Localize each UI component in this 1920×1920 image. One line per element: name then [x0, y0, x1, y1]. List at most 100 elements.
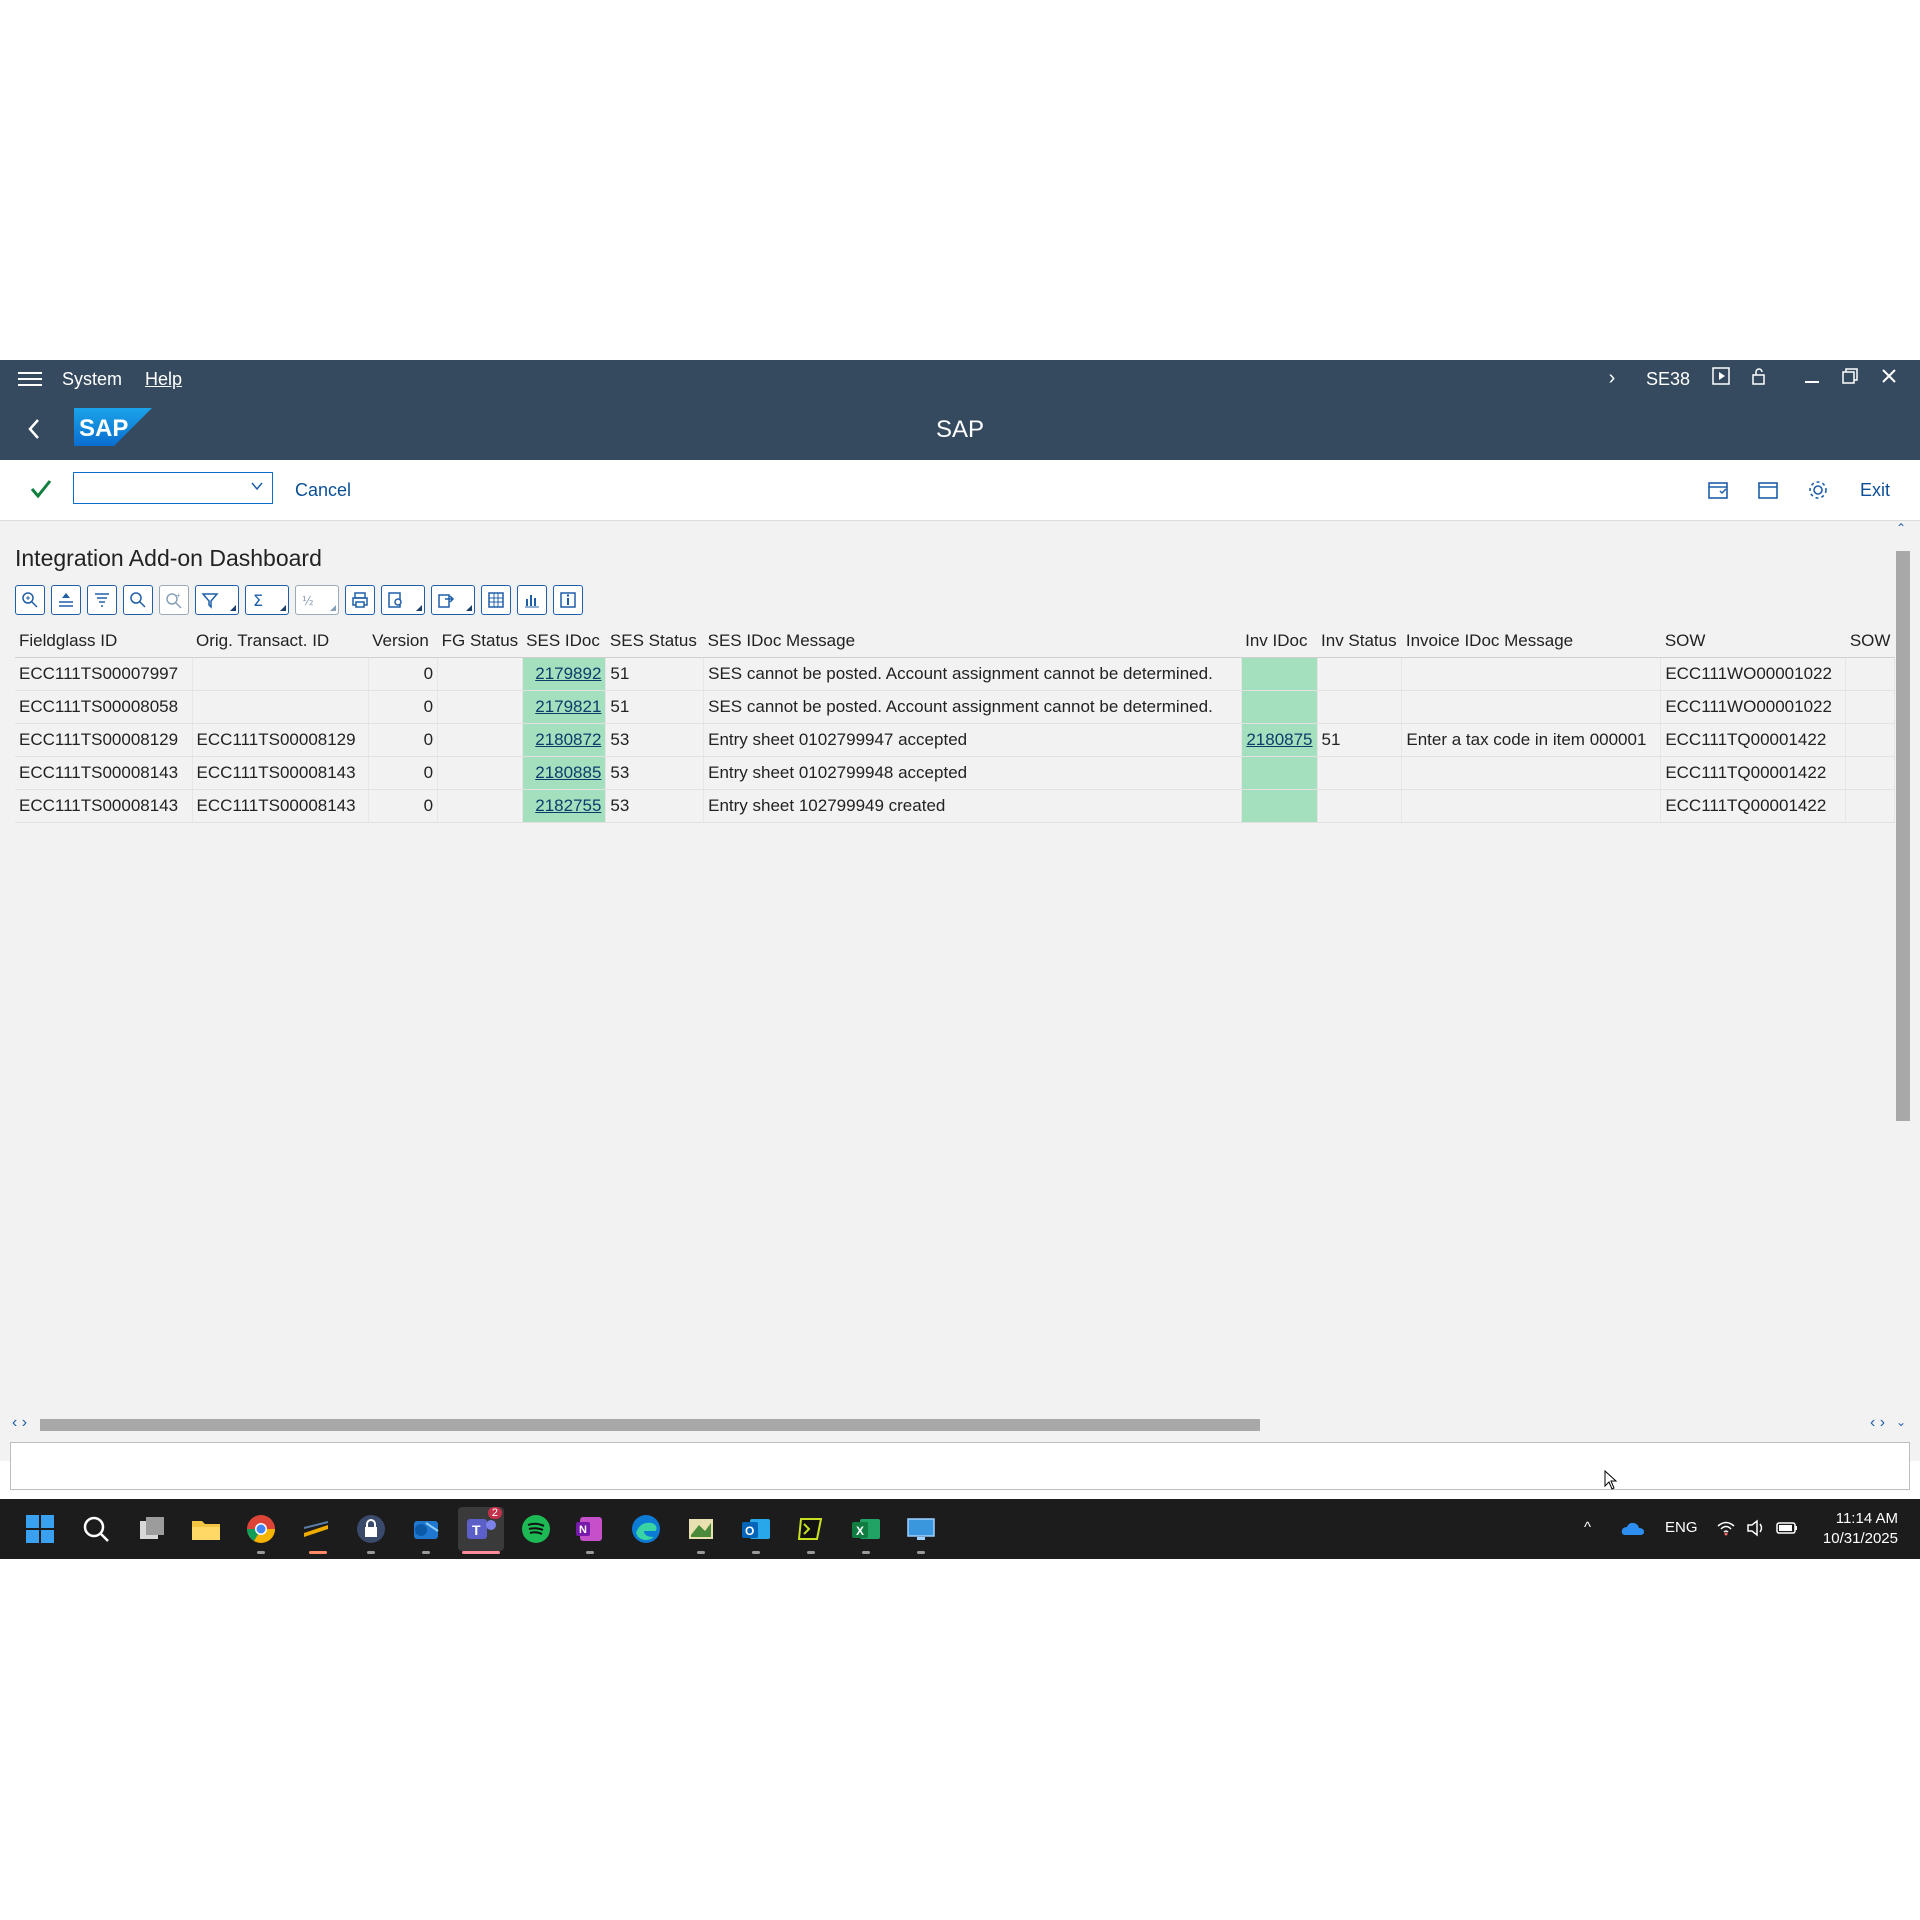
inv-idoc-link[interactable]: 2180875	[1246, 730, 1312, 749]
table-row[interactable]: ECC111TS00008129 ECC111TS00008129 0 2180…	[15, 723, 1895, 757]
cell-sow[interactable]: ECC111TQ00001422	[1660, 789, 1847, 823]
onedrive-icon[interactable]	[1621, 1519, 1645, 1537]
cell-ses-message[interactable]: Entry sheet 0102799948 accepted	[703, 756, 1242, 790]
excel-icon[interactable]: X	[850, 1513, 882, 1545]
cell-fieldglass-id[interactable]: ECC111TS00007997	[15, 657, 193, 691]
wifi-icon[interactable]	[1716, 1519, 1736, 1537]
hamburger-menu-icon[interactable]	[18, 368, 42, 388]
window-icon[interactable]	[1756, 478, 1780, 502]
cell-ses-status[interactable]: 51	[605, 657, 705, 691]
details-icon[interactable]	[15, 585, 45, 615]
chart-icon[interactable]	[517, 585, 547, 615]
cell-invoice-message[interactable]	[1401, 690, 1662, 724]
cell-orig-transact-id[interactable]	[192, 690, 369, 724]
cell-inv-idoc[interactable]	[1241, 690, 1318, 724]
column-header[interactable]: SOW	[1845, 624, 1895, 658]
cell-inv-idoc[interactable]	[1241, 756, 1318, 790]
column-header[interactable]: Orig. Transact. ID	[192, 624, 369, 658]
play-icon[interactable]	[1709, 366, 1733, 390]
table-row[interactable]: ECC111TS00008143 ECC111TS00008143 0 2182…	[15, 789, 1895, 823]
cell-ses-idoc[interactable]: 2179892	[522, 657, 607, 691]
cell-fieldglass-id[interactable]: ECC111TS00008143	[15, 789, 193, 823]
scroll-left-icon[interactable]: ‹ ›	[12, 1414, 27, 1432]
ses-idoc-link[interactable]: 2180872	[535, 730, 601, 749]
system-clock[interactable]: 11:14 AM 10/31/2025	[1808, 1509, 1898, 1549]
cell-inv-status[interactable]: 51	[1317, 723, 1403, 757]
language-indicator[interactable]: ENG	[1665, 1519, 1698, 1536]
sort-ascending-icon[interactable]	[51, 585, 81, 615]
vertical-scroll-thumb[interactable]	[1896, 551, 1910, 1121]
chevron-down-icon[interactable]	[250, 479, 264, 493]
cell-ses-message[interactable]: Entry sheet 0102799947 accepted	[703, 723, 1242, 757]
chevron-up-icon[interactable]: ^	[1584, 1519, 1591, 1536]
column-header[interactable]: Inv Status	[1317, 624, 1402, 658]
column-header[interactable]: SES IDoc Message	[703, 624, 1242, 658]
column-header[interactable]: FG Status	[437, 624, 523, 658]
search-icon[interactable]	[80, 1513, 112, 1545]
export-icon[interactable]	[431, 585, 475, 615]
column-header[interactable]: Version	[368, 624, 438, 658]
ses-idoc-link[interactable]: 2179892	[535, 664, 601, 683]
new-session-icon[interactable]	[1706, 478, 1730, 502]
cell-fg-status[interactable]	[437, 789, 523, 823]
sort-descending-icon[interactable]	[87, 585, 117, 615]
layout-grid-icon[interactable]	[481, 585, 511, 615]
scroll-up-icon[interactable]: ⌃	[1896, 521, 1906, 535]
cell-fg-status[interactable]	[437, 756, 523, 790]
cell-ses-status[interactable]: 53	[605, 723, 705, 757]
cancel-button[interactable]: Cancel	[295, 480, 351, 501]
task-view-icon[interactable]	[136, 1513, 168, 1545]
ses-idoc-link[interactable]: 2179821	[535, 697, 601, 716]
cell-sow[interactable]: ECC111WO00001022	[1660, 690, 1847, 724]
cell-sow-2[interactable]	[1845, 789, 1895, 823]
volume-icon[interactable]	[1746, 1519, 1766, 1537]
cell-version[interactable]: 0	[368, 789, 439, 823]
spotify-icon[interactable]	[520, 1513, 552, 1545]
table-row[interactable]: ECC111TS00007997 0 2179892 51 SES cannot…	[15, 657, 1895, 691]
cell-fg-status[interactable]	[437, 723, 523, 757]
column-header[interactable]: SES Status	[605, 624, 704, 658]
cell-ses-idoc[interactable]: 2179821	[522, 690, 607, 724]
cell-invoice-message[interactable]	[1401, 657, 1662, 691]
cell-fieldglass-id[interactable]: ECC111TS00008129	[15, 723, 193, 757]
column-header[interactable]: Inv IDoc	[1241, 624, 1318, 658]
cell-fieldglass-id[interactable]: ECC111TS00008058	[15, 690, 193, 724]
cell-version[interactable]: 0	[368, 723, 439, 757]
cell-ses-idoc[interactable]: 2180872	[522, 723, 607, 757]
cell-orig-transact-id[interactable]: ECC111TS00008143	[192, 756, 369, 790]
cell-sow-2[interactable]	[1845, 723, 1895, 757]
cell-fg-status[interactable]	[437, 657, 523, 691]
mail-app-icon[interactable]	[410, 1513, 442, 1545]
outlook-icon[interactable]: O	[740, 1513, 772, 1545]
cell-fieldglass-id[interactable]: ECC111TS00008143	[15, 756, 193, 790]
chrome-icon[interactable]	[245, 1513, 277, 1545]
cell-ses-idoc[interactable]: 2182755	[522, 789, 607, 823]
password-manager-icon[interactable]	[355, 1513, 387, 1545]
image-viewer-icon[interactable]	[685, 1513, 717, 1545]
cell-orig-transact-id[interactable]: ECC111TS00008143	[192, 789, 369, 823]
cell-inv-status[interactable]	[1317, 690, 1403, 724]
vertical-scrollbar[interactable]: ⌃ ⌄	[1894, 521, 1912, 1441]
horizontal-scrollbar[interactable]: ‹ › ‹ ›	[12, 1414, 1892, 1433]
find-next-icon[interactable]: +	[159, 585, 189, 615]
cell-sow[interactable]: ECC111WO00001022	[1660, 657, 1847, 691]
filter-icon[interactable]	[195, 585, 239, 615]
view-icon[interactable]	[381, 585, 425, 615]
chevron-right-icon[interactable]: ›	[1600, 366, 1624, 390]
table-row[interactable]: ECC111TS00008058 0 2179821 51 SES cannot…	[15, 690, 1895, 724]
cell-ses-status[interactable]: 51	[605, 690, 705, 724]
close-icon[interactable]	[1877, 366, 1901, 390]
menu-system[interactable]: System	[62, 369, 122, 390]
column-header[interactable]: SES IDoc	[522, 624, 606, 658]
cell-inv-status[interactable]	[1317, 657, 1403, 691]
cell-inv-status[interactable]	[1317, 789, 1403, 823]
teams-button[interactable]: T 2	[458, 1507, 504, 1551]
cell-inv-idoc[interactable]	[1241, 657, 1318, 691]
lock-icon[interactable]	[1747, 366, 1771, 390]
cell-sow[interactable]: ECC111TQ00001422	[1660, 723, 1847, 757]
cell-ses-message[interactable]: Entry sheet 102799949 created	[703, 789, 1242, 823]
battery-icon[interactable]	[1776, 1520, 1798, 1536]
cell-ses-message[interactable]: SES cannot be posted. Account assignment…	[703, 690, 1242, 724]
remote-desktop-icon[interactable]	[905, 1513, 937, 1545]
cell-sow-2[interactable]	[1845, 756, 1895, 790]
